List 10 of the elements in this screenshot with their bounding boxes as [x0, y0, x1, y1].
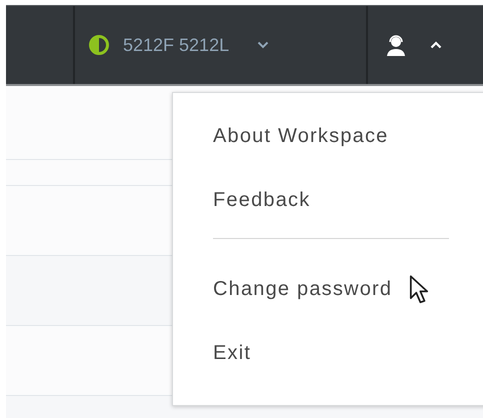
chevron-down-icon[interactable] — [257, 41, 270, 49]
headset-person-icon[interactable] — [384, 33, 408, 57]
menu-item[interactable]: Feedback — [173, 174, 483, 238]
menu-item[interactable]: About Workspace — [173, 110, 483, 174]
agent-name: 5212F 5212L — [123, 34, 230, 56]
chevron-up-icon[interactable] — [430, 41, 442, 49]
status-icon — [89, 35, 109, 55]
mouse-cursor-icon — [409, 275, 429, 305]
menu-item[interactable]: Exit — [173, 327, 483, 391]
menu-item[interactable]: Change password — [173, 263, 483, 327]
